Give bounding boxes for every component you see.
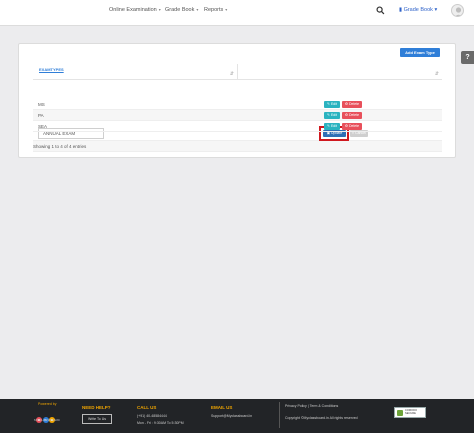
- delete-button-label: Delete: [349, 113, 360, 117]
- delete-button[interactable]: ♻ Delete: [342, 112, 362, 119]
- book-icon: ▮: [399, 7, 403, 13]
- copyright-text: Copyright ©Myclassboard.in All rights re…: [285, 416, 358, 420]
- sort-icon[interactable]: ⇵: [230, 71, 234, 77]
- chevron-down-icon: ▾: [434, 7, 438, 13]
- edit-icon: ✎: [327, 113, 330, 117]
- privacy-policy-link[interactable]: Privacy Policy: [285, 404, 307, 408]
- nav-reports[interactable]: Reports ▾: [204, 7, 227, 13]
- chevron-down-icon: ▾: [158, 7, 161, 12]
- edit-button[interactable]: ✎ Edit: [324, 123, 340, 130]
- edit-icon: ✎: [327, 102, 330, 106]
- sort-icon[interactable]: ⇵: [435, 71, 439, 77]
- exam-type-name: SEA: [38, 124, 48, 129]
- badge-line-2: SECURE: [405, 412, 416, 415]
- edit-button-label: Edit: [330, 113, 337, 117]
- top-navbar: Online Examination ▾ Grade Book ▾ Reports ▾…: [0, 0, 474, 26]
- exam-types-card: Add Exam Type EXAMTYPES ⇵ ⇵ ▣ Update × C…: [18, 43, 456, 158]
- nav-online-examination[interactable]: Online Examination ▾: [109, 7, 161, 13]
- terms-link[interactable]: Term & Conditions: [310, 404, 339, 408]
- edit-button[interactable]: ✎ Edit: [324, 101, 340, 108]
- column-header-label: EXAMTYPES: [39, 67, 64, 72]
- edit-button-label: Edit: [330, 124, 337, 128]
- exam-type-name: MS: [38, 102, 45, 107]
- office-hours: Mon - Fri : 9:30AM To 5:30PM: [137, 421, 184, 425]
- link-separator: |: [307, 404, 309, 408]
- grade-book-menu-label: Grade Book: [403, 7, 433, 13]
- search-icon[interactable]: [376, 6, 385, 15]
- table-row: PA ✎ Edit ♻ Delete: [33, 110, 442, 121]
- need-help-heading: NEED HELP?: [82, 405, 111, 410]
- call-us-heading: CALL US: [137, 405, 157, 410]
- footer-divider: [279, 402, 280, 428]
- nav-grade-book[interactable]: Grade Book ▾: [165, 7, 198, 13]
- brand-logo: MCB: [36, 417, 55, 423]
- trash-icon: ♻: [344, 102, 349, 106]
- table-row: SEA ✎ Edit ♻ Delete: [33, 121, 442, 132]
- grade-book-menu[interactable]: ▮ Grade Book ▾: [399, 7, 437, 13]
- user-icon: [455, 7, 462, 16]
- table-row: MS ✎ Edit ♻ Delete: [33, 99, 442, 110]
- nav-grade-book-label: Grade Book: [165, 7, 195, 13]
- trash-icon: ♻: [344, 124, 349, 128]
- brand-name: MY CLASSBOARD: [34, 418, 60, 422]
- exam-type-name: PA: [38, 113, 44, 118]
- lock-icon: [397, 410, 403, 416]
- security-badge: COMODO SECURE: [394, 407, 426, 418]
- footer-links: Privacy Policy | Term & Conditions: [285, 404, 338, 408]
- chevron-down-icon: ▾: [225, 7, 228, 12]
- table-row: [33, 141, 442, 152]
- write-to-us-button[interactable]: Write To Us: [82, 414, 112, 424]
- nav-online-examination-label: Online Examination: [109, 7, 157, 13]
- table-info: Showing 1 to 4 of 4 entries: [33, 144, 87, 149]
- delete-button[interactable]: ♻ Delete: [342, 101, 362, 108]
- powered-by-label: Powered by: [38, 402, 57, 406]
- footer: Powered by MCB MY CLASSBOARD NEED HELP? …: [0, 399, 474, 433]
- email-us-heading: EMAIL US: [211, 405, 233, 410]
- chevron-down-icon: ▾: [196, 7, 199, 12]
- column-header-examtypes[interactable]: EXAMTYPES ⇵: [33, 64, 238, 80]
- delete-button-label: Delete: [349, 102, 360, 106]
- trash-icon: ♻: [344, 113, 349, 117]
- edit-button-label: Edit: [330, 102, 337, 106]
- phone-number: (+91) 40-48584444: [137, 414, 167, 418]
- delete-button[interactable]: ♻ Delete: [342, 123, 362, 130]
- help-tab[interactable]: ?: [461, 51, 474, 64]
- support-email[interactable]: Support@Myclassboard.in: [211, 414, 252, 418]
- add-exam-type-button[interactable]: Add Exam Type: [400, 48, 440, 57]
- edit-button[interactable]: ✎ Edit: [324, 112, 340, 119]
- avatar[interactable]: [451, 4, 464, 17]
- delete-button-label: Delete: [349, 124, 360, 128]
- column-header-actions: ⇵: [238, 64, 442, 80]
- edit-icon: ✎: [327, 124, 330, 128]
- nav-reports-label: Reports: [204, 7, 224, 13]
